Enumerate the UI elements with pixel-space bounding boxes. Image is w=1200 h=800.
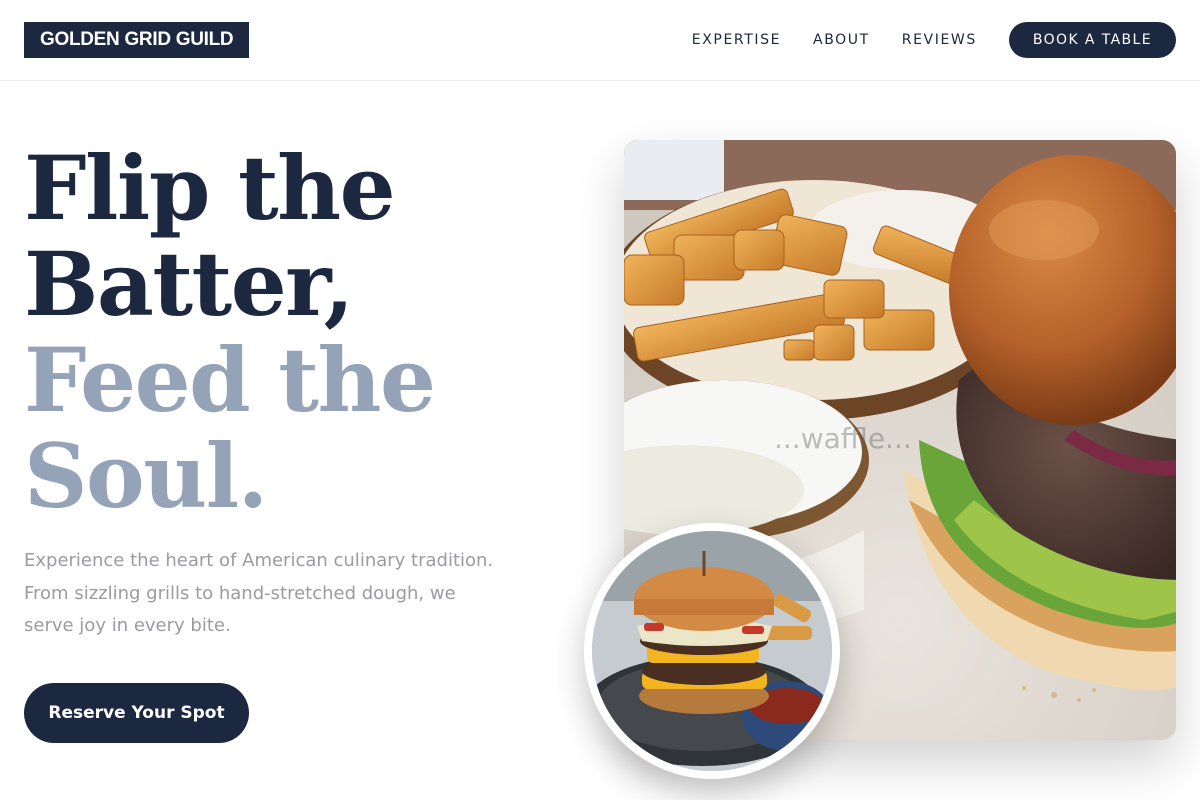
site-header: GOLDEN GRID GUILD EXPERTISE ABOUT REVIEW… [0, 0, 1200, 81]
nav-link-reviews[interactable]: REVIEWS [902, 32, 977, 48]
nav-link-expertise[interactable]: EXPERTISE [692, 32, 781, 48]
book-table-button[interactable]: BOOK A TABLE [1008, 22, 1176, 58]
brand-logo[interactable]: GOLDEN GRID GUILD [24, 22, 250, 58]
cheeseburger-inset-photo [584, 523, 840, 779]
main-nav: EXPERTISE ABOUT REVIEWS BOOK A TABLE [692, 22, 1176, 58]
headline-line-2: Batter, [24, 232, 354, 336]
headline-line-4: Soul. [24, 424, 268, 528]
hero-headline: Flip the Batter, Feed the Soul. [24, 140, 564, 524]
reserve-spot-button[interactable]: Reserve Your Spot [24, 683, 249, 743]
hero-description: Experience the heart of American culinar… [24, 550, 494, 636]
nav-link-about[interactable]: ABOUT [813, 32, 870, 48]
image-watermark: ...waffle... [774, 422, 912, 455]
headline-line-3: Feed the [24, 328, 436, 432]
headline-line-1: Flip the [24, 136, 396, 240]
